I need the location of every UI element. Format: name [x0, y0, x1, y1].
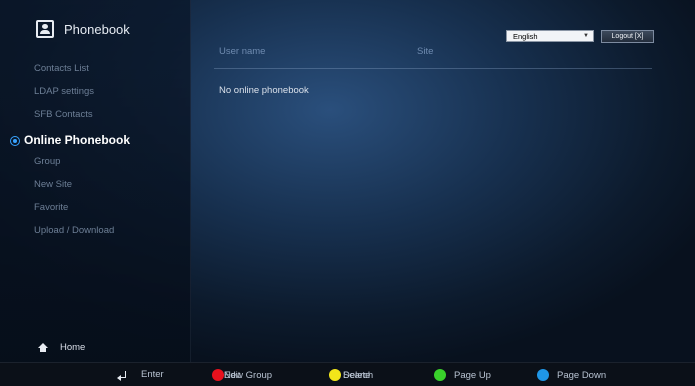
language-select-value: English	[513, 31, 538, 41]
yellow-key-hint[interactable]: Search Delete	[329, 369, 383, 381]
selected-radio-icon	[10, 136, 20, 146]
page-up-label: Page Up	[454, 369, 491, 381]
column-header-site: Site	[417, 46, 434, 57]
sidebar-item-favorite[interactable]: Favorite	[34, 202, 68, 213]
page-down-hint[interactable]: Page Down	[537, 369, 606, 381]
blue-key-icon	[537, 369, 549, 381]
sidebar-item-upload-download[interactable]: Upload / Download	[34, 225, 114, 236]
red-key-icon	[212, 369, 224, 381]
red-key-hint[interactable]: New Group Edit	[212, 369, 276, 381]
page-down-label: Page Down	[557, 369, 607, 381]
enter-hint[interactable]: Enter	[117, 369, 164, 381]
sidebar: Phonebook Contacts List LDAP settings SF…	[0, 0, 191, 362]
sidebar-item-sfb-contacts[interactable]: SFB Contacts	[34, 109, 93, 120]
phonebook-icon	[36, 20, 54, 38]
yellow-key-labels: Search Delete	[343, 370, 383, 381]
delete-label: Delete	[343, 369, 371, 381]
home-label: Home	[60, 342, 86, 353]
sidebar-item-contacts-list[interactable]: Contacts List	[34, 63, 89, 74]
footer-hint-bar: Enter New Group Edit Search Delete Page …	[0, 362, 695, 386]
edit-label: Edit	[224, 369, 241, 381]
red-key-labels: New Group Edit	[224, 370, 276, 381]
language-select[interactable]: English ▼	[506, 30, 594, 42]
sidebar-item-online-phonebook[interactable]: Online Phonebook	[24, 133, 130, 147]
header-divider	[214, 68, 652, 69]
enter-label: Enter	[141, 369, 164, 380]
screen-background: Phonebook Contacts List LDAP settings SF…	[0, 0, 695, 386]
enter-icon	[117, 370, 127, 381]
app-header: Phonebook	[36, 17, 130, 41]
app-title: Phonebook	[64, 21, 130, 37]
home-icon	[38, 342, 48, 353]
green-key-icon	[434, 369, 446, 381]
sidebar-item-group[interactable]: Group	[34, 156, 60, 167]
sidebar-item-new-site[interactable]: New Site	[34, 179, 72, 190]
yellow-key-icon	[329, 369, 341, 381]
sidebar-item-ldap-settings[interactable]: LDAP settings	[34, 86, 94, 97]
page-up-hint[interactable]: Page Up	[434, 369, 491, 381]
home-button[interactable]: Home	[38, 342, 85, 353]
column-header-user-name: User name	[219, 46, 266, 57]
empty-list-message: No online phonebook	[219, 85, 309, 96]
logout-button[interactable]: Logout [X]	[601, 30, 654, 43]
chevron-down-icon: ▼	[583, 33, 589, 39]
